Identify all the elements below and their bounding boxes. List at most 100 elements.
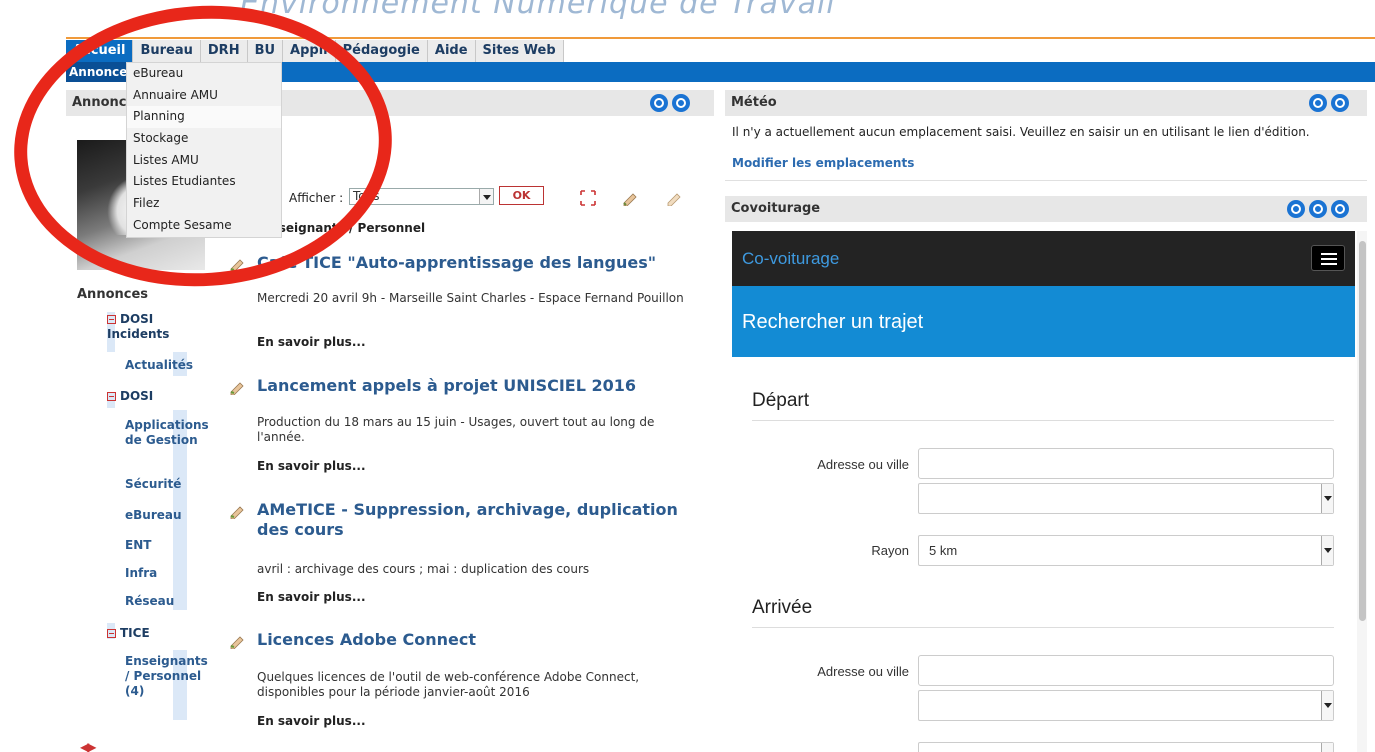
- read-more-link[interactable]: En savoir plus...: [257, 335, 366, 349]
- departure-address-select[interactable]: [918, 483, 1334, 514]
- departure-address-input[interactable]: [918, 448, 1334, 479]
- minimize-icon[interactable]: [1331, 200, 1349, 218]
- news-description: Production du 18 mars au 15 juin - Usage…: [257, 415, 655, 444]
- collapse-icon[interactable]: [107, 392, 116, 401]
- collapse-icon[interactable]: [107, 315, 116, 324]
- edit-all-icon[interactable]: [666, 190, 682, 206]
- radius-label: Rayon: [871, 543, 909, 558]
- filter-label: Afficher :: [289, 191, 344, 205]
- tree-item-reseau[interactable]: Réseau: [125, 594, 174, 609]
- arrival-address-input[interactable]: [918, 655, 1334, 686]
- search-hero: Rechercher un trajet: [732, 286, 1355, 357]
- extra-select[interactable]: [918, 742, 1334, 752]
- news-description: Mercredi 20 avril 9h - Marseille Saint C…: [257, 291, 684, 305]
- maximize-icon[interactable]: [1309, 94, 1327, 112]
- news-title[interactable]: Licences Adobe Connect: [257, 630, 697, 650]
- main-tabs: Accueil Bureau DRH BU Appli Pédagogie Ai…: [66, 40, 564, 62]
- meteo-panel-header: Météo: [725, 90, 1367, 116]
- announcement-icon: [230, 259, 244, 272]
- tree-category-dosi-incidents[interactable]: DOSI Incidents: [107, 312, 187, 342]
- tab-pedagogie[interactable]: Pédagogie: [335, 40, 428, 62]
- announcement-icon: [230, 636, 244, 649]
- news-description: Quelques licences de l'outil de web-conf…: [257, 670, 640, 699]
- chevron-down-icon: [1321, 484, 1333, 513]
- menu-item-listes-etudiantes[interactable]: Listes Etudiantes: [127, 171, 281, 193]
- print-icon[interactable]: [1309, 200, 1327, 218]
- arrival-address-label: Adresse ou ville: [817, 664, 909, 679]
- arrival-address-select[interactable]: [918, 690, 1334, 721]
- tree-item-ebureau[interactable]: eBureau: [125, 508, 182, 523]
- pagination-arrows[interactable]: ◀▶: [80, 740, 97, 752]
- tree-category-label: TICE: [120, 626, 150, 640]
- menu-item-filez[interactable]: Filez: [127, 193, 281, 215]
- tab-accueil[interactable]: Accueil: [66, 40, 134, 62]
- news-title[interactable]: Café'TICE "Auto-apprentissage des langue…: [257, 253, 697, 273]
- print-icon[interactable]: [672, 94, 690, 112]
- menu-item-annuaire-amu[interactable]: Annuaire AMU: [127, 85, 281, 107]
- tree-item-infra[interactable]: Infra: [125, 566, 157, 581]
- meteo-panel-title: Météo: [731, 95, 777, 110]
- menu-item-compte-sesame[interactable]: Compte Sesame: [127, 215, 281, 237]
- tree-category-tice[interactable]: TICE: [107, 626, 150, 640]
- radius-select-value: 5 km: [929, 543, 958, 558]
- fullscreen-icon[interactable]: [580, 190, 596, 206]
- announcement-icon: [230, 382, 244, 395]
- announcement-icon: [230, 506, 244, 519]
- menu-item-ebureau[interactable]: eBureau: [127, 63, 281, 85]
- ok-button[interactable]: OK: [499, 186, 544, 205]
- chevron-down-icon: [1321, 743, 1333, 752]
- tree-category-label: DOSI: [120, 389, 154, 403]
- chevron-down-icon: [1321, 536, 1333, 565]
- tab-bu[interactable]: BU: [247, 40, 284, 62]
- tree-item-ent[interactable]: ENT: [125, 538, 151, 553]
- category-breadcrumb: Enseignants / Personnel: [262, 221, 426, 235]
- app-title: Environnement Numérique de Travail: [240, 0, 836, 21]
- section-divider: [752, 627, 1334, 628]
- covoiturage-brand[interactable]: Co-voiturage: [742, 249, 839, 269]
- menu-item-listes-amu[interactable]: Listes AMU: [127, 150, 281, 172]
- tree-heading: Annonces: [77, 287, 149, 302]
- bureau-dropdown-menu: eBureau Annuaire AMU Planning Stockage L…: [126, 62, 282, 238]
- chevron-down-icon: [1321, 691, 1333, 720]
- tab-drh[interactable]: DRH: [200, 40, 248, 62]
- tab-sites-web[interactable]: Sites Web: [475, 40, 564, 62]
- search-hero-title: Rechercher un trajet: [742, 311, 924, 333]
- tree-item-securite[interactable]: Sécurité: [125, 477, 181, 492]
- edit-icon[interactable]: [622, 190, 638, 206]
- read-more-link[interactable]: En savoir plus...: [257, 459, 366, 473]
- chevron-down-icon: [479, 189, 493, 204]
- tab-aide[interactable]: Aide: [427, 40, 476, 62]
- covoiturage-frame: Co-voiturage Rechercher un trajet Départ…: [732, 231, 1367, 752]
- news-title[interactable]: AMeTICE - Suppression, archivage, duplic…: [257, 500, 697, 540]
- edit-locations-link[interactable]: Modifier les emplacements: [732, 156, 914, 170]
- tree-item-applications-de-gestion[interactable]: Applications de Gestion: [125, 418, 209, 448]
- read-more-link[interactable]: En savoir plus...: [257, 590, 366, 604]
- tree-item-actualites[interactable]: Actualités: [125, 358, 193, 373]
- tab-appli[interactable]: Appli: [283, 40, 336, 62]
- tree-category-dosi[interactable]: DOSI: [107, 389, 153, 403]
- print-icon[interactable]: [1331, 94, 1349, 112]
- section-divider: [752, 420, 1334, 421]
- page: Environnement Numérique de Travail Accue…: [0, 0, 1375, 752]
- covoiturage-panel-header: Covoiturage: [725, 196, 1367, 222]
- departure-section-title: Départ: [752, 390, 810, 411]
- read-more-link[interactable]: En savoir plus...: [257, 714, 366, 728]
- hamburger-menu-icon[interactable]: [1311, 245, 1345, 271]
- collapse-icon[interactable]: [107, 629, 116, 638]
- radius-select[interactable]: 5 km: [918, 535, 1334, 566]
- meteo-message: Il n'y a actuellement aucun emplacement …: [732, 125, 1310, 139]
- scrollbar-thumb[interactable]: [1359, 241, 1366, 621]
- tree-item-enseignants-personnel[interactable]: Enseignants / Personnel (4): [125, 654, 208, 699]
- menu-item-planning[interactable]: Planning: [127, 106, 281, 129]
- news-title[interactable]: Lancement appels à projet UNISCIEL 2016: [257, 376, 697, 396]
- filter-select[interactable]: Tous: [349, 188, 494, 205]
- covoiturage-navbar: Co-voiturage: [732, 231, 1355, 286]
- maximize-icon[interactable]: [1287, 200, 1305, 218]
- scrollbar[interactable]: [1357, 231, 1367, 752]
- menu-item-stockage[interactable]: Stockage: [127, 128, 281, 150]
- panel-divider: [725, 180, 1367, 181]
- tab-bureau[interactable]: Bureau: [133, 40, 201, 62]
- tree-category-label: DOSI Incidents: [107, 312, 170, 341]
- filter-select-value: Tous: [353, 189, 380, 203]
- maximize-icon[interactable]: [650, 94, 668, 112]
